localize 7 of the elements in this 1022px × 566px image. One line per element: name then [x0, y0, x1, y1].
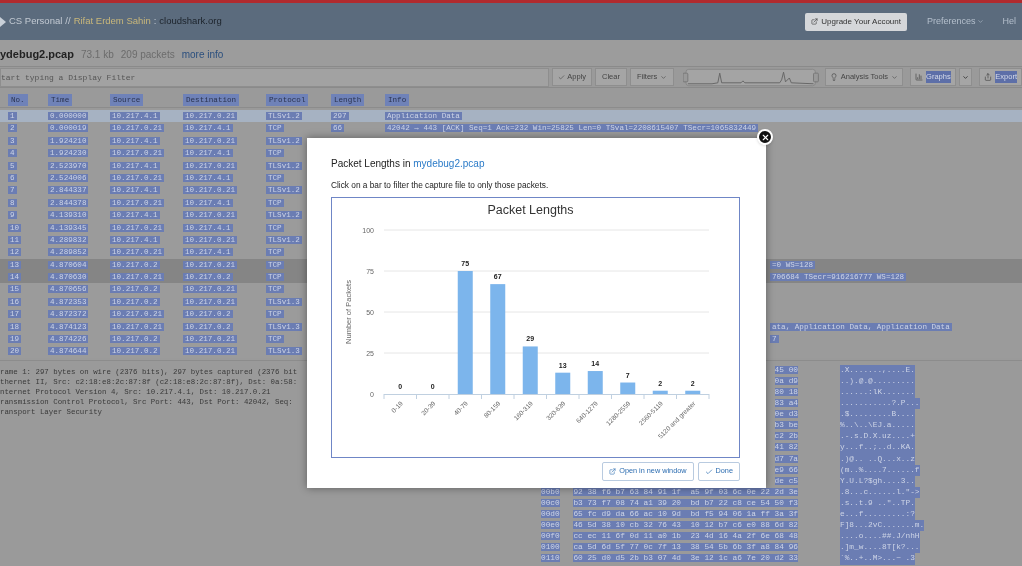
site-name: cloudshark.org [159, 14, 222, 29]
file-name: ydebug2.pcap [0, 46, 74, 62]
dialog-title: Packet Lengths in mydebug2.pcap [331, 157, 486, 171]
separator: : [153, 14, 157, 29]
instructions-text: Click on a bar to filter the capture file to only those packets. [331, 179, 550, 192]
separator: // [65, 14, 71, 29]
chart-title: Packet Lengths [487, 203, 574, 218]
